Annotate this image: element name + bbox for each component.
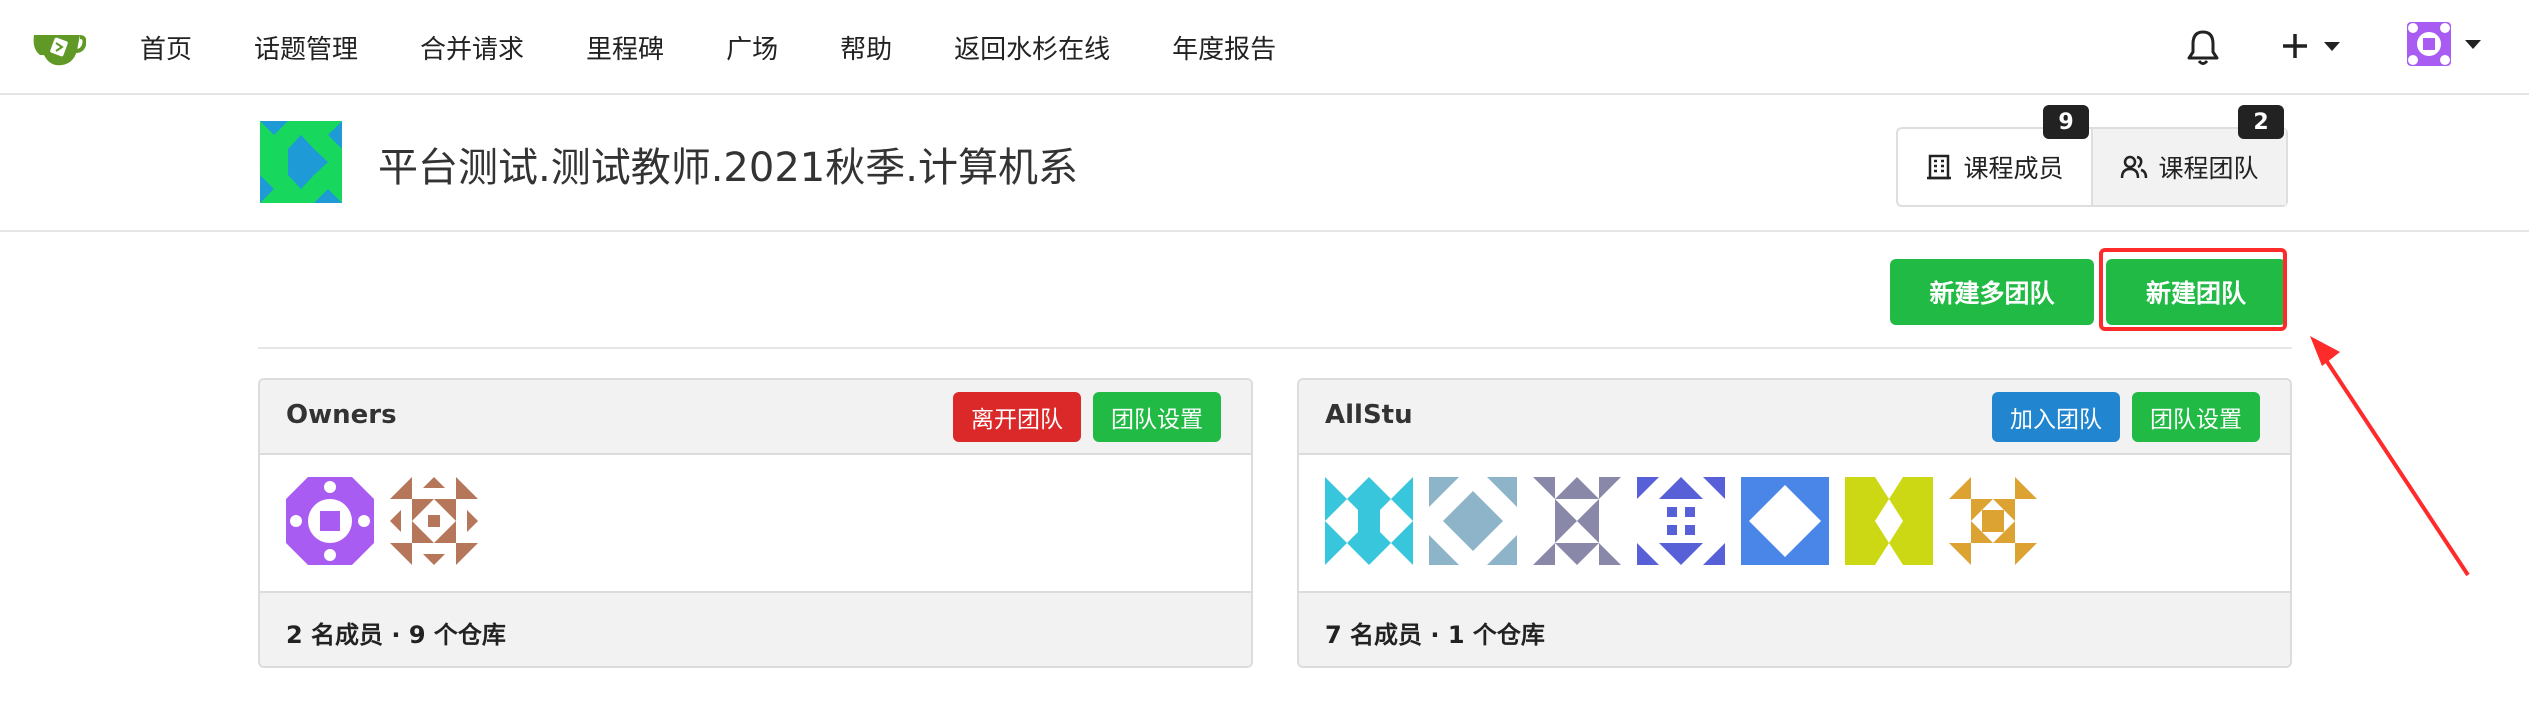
chevron-down-icon <box>2465 39 2481 49</box>
team-actions: 离开团队 团队设置 <box>953 392 1221 442</box>
join-team-button[interactable]: 加入团队 <box>1992 392 2120 442</box>
plus-icon <box>2283 34 2307 58</box>
create-menu-button[interactable] <box>2280 26 2340 66</box>
chevron-down-icon <box>2324 41 2340 51</box>
building-icon <box>1927 154 1952 180</box>
team-count-badge: 2 <box>2238 105 2284 139</box>
team-settings-button[interactable]: 团队设置 <box>1093 392 1221 442</box>
gitea-logo-icon[interactable] <box>30 25 86 69</box>
member-avatar[interactable] <box>1949 477 2037 565</box>
bell-icon[interactable] <box>2185 28 2221 66</box>
team-card-header: AllStu 加入团队 团队设置 <box>1299 380 2290 455</box>
member-avatar[interactable] <box>1429 477 1517 565</box>
team-card-allstu: AllStu 加入团队 团队设置 7 名成员 · 1 个仓库 <box>1297 378 2292 668</box>
team-card-footer: 7 名成员 · 1 个仓库 <box>1299 591 2290 666</box>
org-avatar[interactable] <box>260 121 342 203</box>
member-avatar[interactable] <box>390 477 478 565</box>
nav-explore[interactable]: 广场 <box>726 29 778 66</box>
nav-milestones[interactable]: 里程碑 <box>586 29 664 66</box>
org-header: 平台测试.测试教师.2021秋季.计算机系 课程成员 9 课程团队 2 <box>0 95 2529 232</box>
team-actions: 加入团队 团队设置 <box>1992 392 2260 442</box>
member-avatar[interactable] <box>1325 477 1413 565</box>
user-avatar <box>2407 22 2451 66</box>
tab-label: 课程成员 <box>1963 154 2064 183</box>
team-members <box>1299 455 2290 593</box>
nav-topics[interactable]: 话题管理 <box>254 29 358 66</box>
leave-team-button[interactable]: 离开团队 <box>953 392 1081 442</box>
nav-annual-report[interactable]: 年度报告 <box>1172 29 1276 66</box>
member-avatar[interactable] <box>1741 477 1829 565</box>
member-avatar[interactable] <box>1637 477 1725 565</box>
org-title: 平台测试.测试教师.2021秋季.计算机系 <box>378 145 1078 191</box>
member-count-badge: 9 <box>2043 105 2089 139</box>
user-menu-button[interactable] <box>2407 22 2481 66</box>
team-stats: 7 名成员 · 1 个仓库 <box>1325 621 1545 649</box>
nav-home[interactable]: 首页 <box>140 29 192 66</box>
top-navbar: 首页 话题管理 合并请求 里程碑 广场 帮助 返回水杉在线 年度报告 <box>0 0 2529 95</box>
main-nav: 首页 话题管理 合并请求 里程碑 广场 帮助 返回水杉在线 年度报告 <box>140 0 1338 95</box>
red-arrow-annotation <box>2310 336 2470 577</box>
people-icon <box>2121 155 2148 179</box>
member-avatar[interactable] <box>1533 477 1621 565</box>
member-avatar[interactable] <box>286 477 374 565</box>
nav-pulls[interactable]: 合并请求 <box>420 29 524 66</box>
member-avatar[interactable] <box>1845 477 1933 565</box>
org-tabs: 课程成员 9 课程团队 2 <box>1896 105 2288 207</box>
team-settings-button[interactable]: 团队设置 <box>2132 392 2260 442</box>
new-multi-team-button[interactable]: 新建多团队 <box>1890 259 2094 325</box>
team-name[interactable]: Owners <box>286 400 397 430</box>
tab-course-teams[interactable]: 课程团队 2 <box>2091 105 2286 205</box>
divider <box>258 347 2292 349</box>
nav-help[interactable]: 帮助 <box>840 29 892 66</box>
team-members <box>260 455 1251 593</box>
tab-course-members[interactable]: 课程成员 9 <box>1898 105 2091 205</box>
team-stats: 2 名成员 · 9 个仓库 <box>286 621 506 649</box>
nav-back-to-site[interactable]: 返回水杉在线 <box>954 29 1110 66</box>
tab-label: 课程团队 <box>2158 154 2259 183</box>
team-name[interactable]: AllStu <box>1325 400 1413 430</box>
team-card-header: Owners 离开团队 团队设置 <box>260 380 1251 455</box>
highlight-box <box>2099 248 2287 331</box>
team-card-footer: 2 名成员 · 9 个仓库 <box>260 591 1251 666</box>
team-card-owners: Owners 离开团队 团队设置 2 名成员 · 9 个仓库 <box>258 378 1253 668</box>
